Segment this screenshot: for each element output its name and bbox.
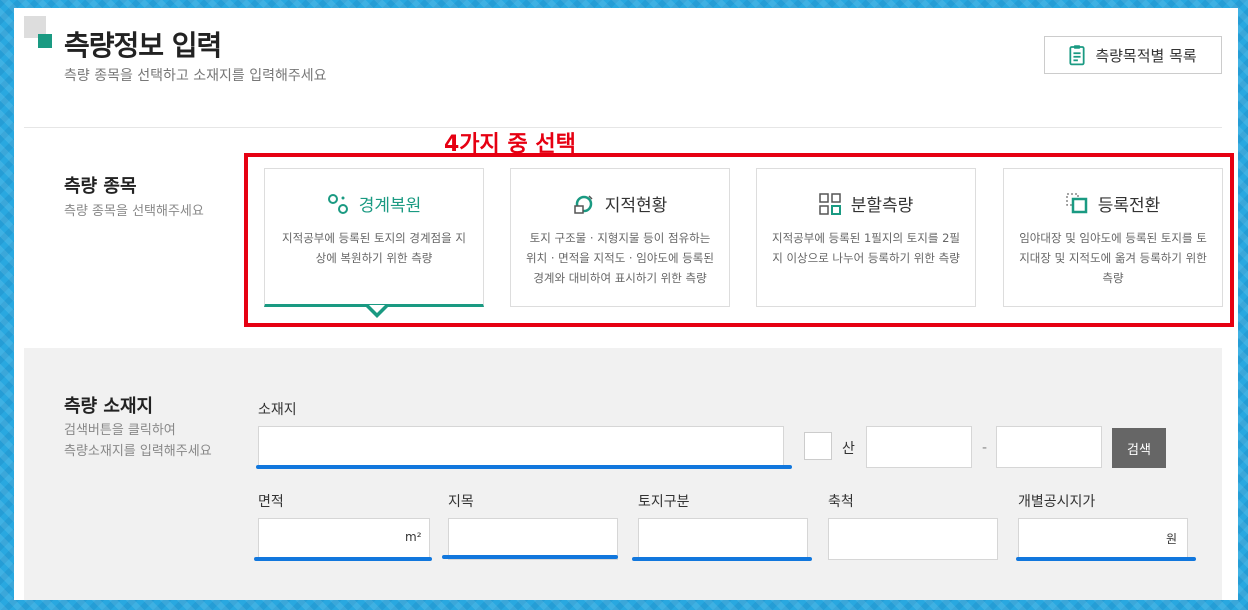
annotation-highlight-box — [244, 153, 1234, 327]
title-marker-icon — [38, 34, 52, 48]
land-category-label: 지목 — [448, 494, 474, 510]
land-category-underline — [442, 555, 618, 559]
price-input[interactable] — [1018, 518, 1188, 560]
page-container: 측량정보 입력 측량 종목을 선택하고 소재지를 입력해주세요 측량목적별 목록… — [14, 8, 1238, 600]
address-underline — [256, 465, 792, 469]
area-label: 면적 — [258, 494, 284, 510]
sub-lot-number-input[interactable] — [996, 426, 1102, 468]
page-title: 측량정보 입력 — [64, 29, 222, 62]
price-unit: 원 — [1166, 532, 1178, 546]
mountain-label: 산 — [842, 441, 855, 457]
scale-input[interactable] — [828, 518, 998, 560]
land-division-label: 토지구분 — [638, 494, 690, 510]
page-subtitle: 측량 종목을 선택하고 소재지를 입력해주세요 — [64, 68, 327, 84]
location-title: 측량 소재지 — [64, 396, 154, 417]
main-lot-number-input[interactable] — [866, 426, 972, 468]
location-desc-line2: 측량소재지를 입력해주세요 — [64, 444, 212, 459]
address-label: 소재지 — [258, 402, 297, 418]
clipboard-icon — [1069, 45, 1085, 66]
scale-label: 축척 — [828, 494, 854, 510]
survey-purpose-list-button[interactable]: 측량목적별 목록 — [1044, 36, 1222, 74]
survey-type-desc: 측량 종목을 선택해주세요 — [64, 204, 204, 219]
lot-number-dash: - — [982, 440, 988, 456]
land-category-input[interactable] — [448, 518, 618, 560]
area-underline — [254, 557, 432, 561]
location-desc-line1: 검색버튼을 클릭하여 — [64, 423, 176, 438]
land-division-underline — [632, 557, 812, 561]
survey-type-title: 측량 종목 — [64, 176, 137, 197]
land-division-input[interactable] — [638, 518, 808, 560]
price-label: 개별공시지가 — [1018, 494, 1096, 510]
location-section — [24, 348, 1222, 600]
address-input[interactable] — [258, 426, 784, 468]
search-button[interactable]: 검색 — [1112, 428, 1166, 468]
mountain-checkbox[interactable] — [804, 432, 832, 460]
section-divider — [24, 127, 1222, 128]
survey-purpose-list-label: 측량목적별 목록 — [1095, 46, 1197, 65]
area-unit: m² — [405, 530, 422, 544]
price-underline — [1016, 557, 1196, 561]
